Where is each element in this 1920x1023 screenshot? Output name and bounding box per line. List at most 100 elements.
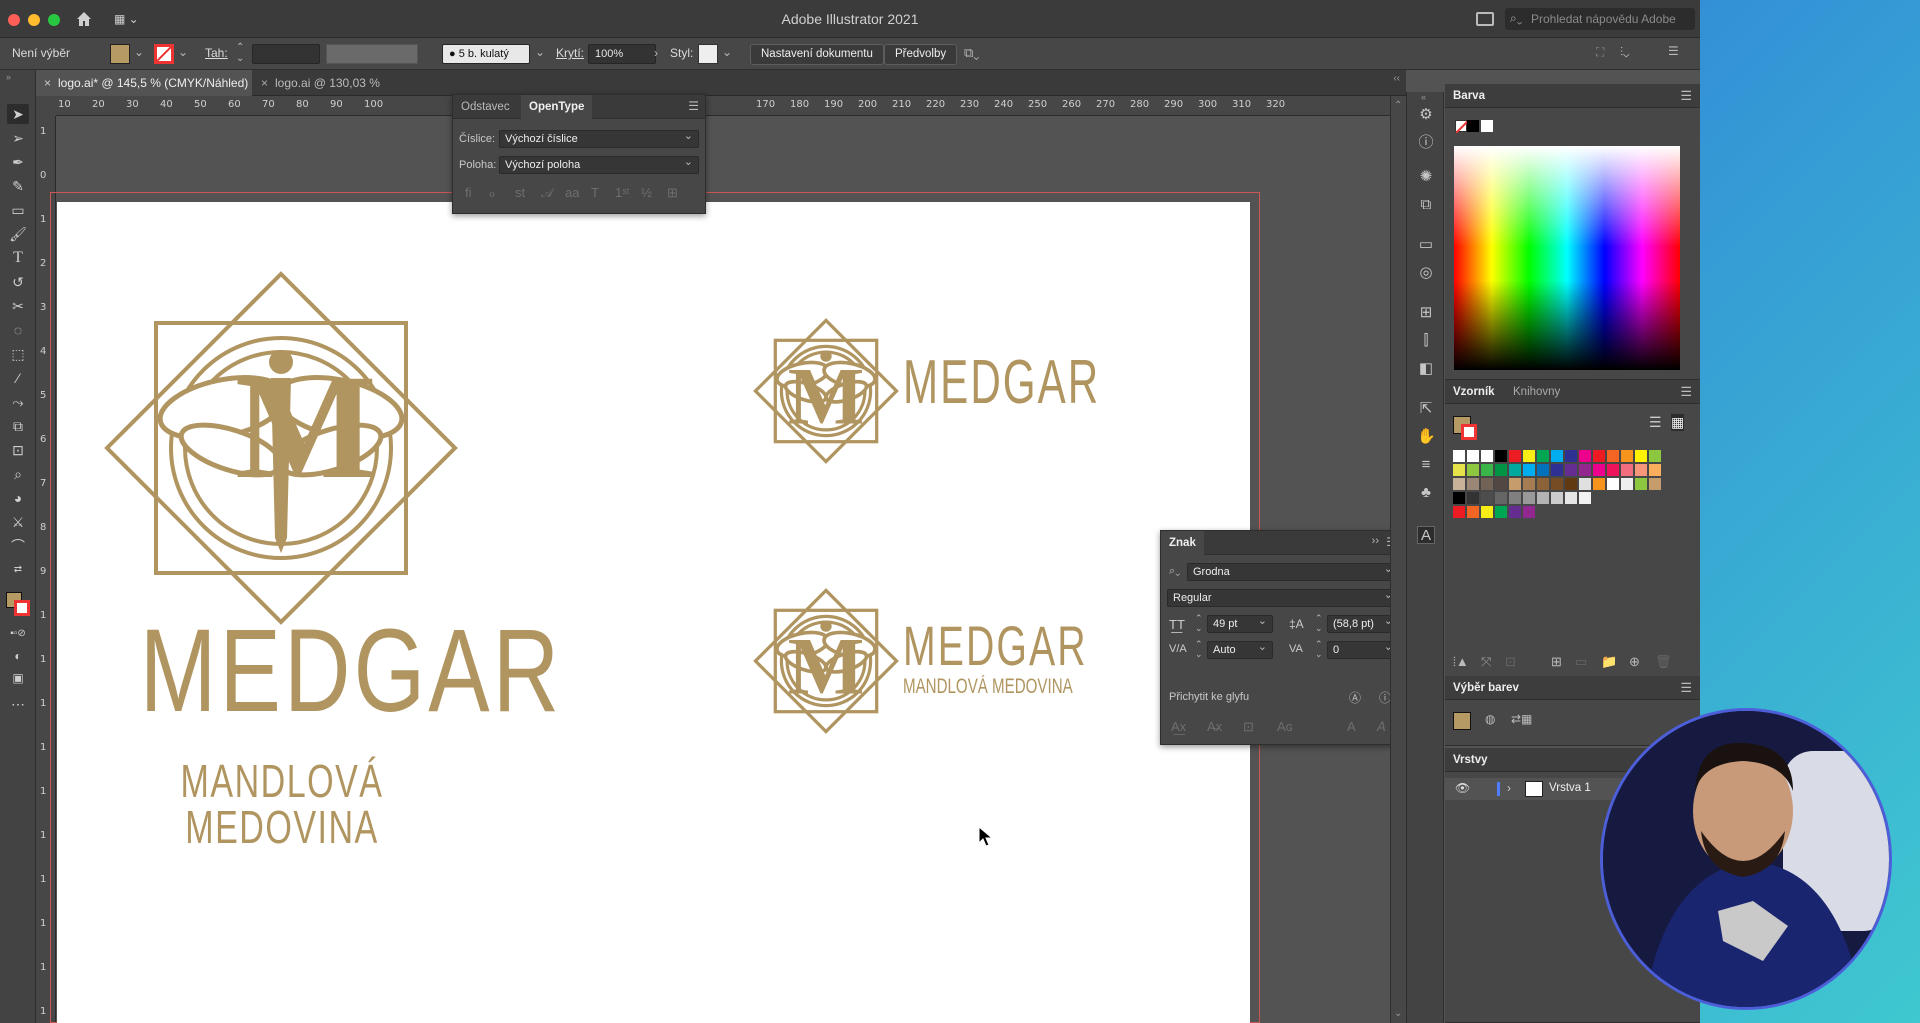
stroke-icon[interactable]: ≡ (1417, 456, 1435, 474)
color-swatch[interactable] (1649, 478, 1661, 490)
stepper-icon[interactable]: ⌃ ⌄ (236, 42, 244, 64)
arrange-icon[interactable]: ⧉⌄ (964, 45, 979, 61)
color-swatch[interactable] (1537, 478, 1549, 490)
color-mode-icon[interactable]: ▪▫⊘ (7, 624, 29, 644)
close-icon[interactable]: × (44, 70, 51, 96)
color-swatch[interactable] (1649, 450, 1661, 462)
properties-icon[interactable]: ⚙ (1417, 106, 1435, 124)
more-tools-icon[interactable]: ⋯ (7, 694, 29, 714)
chevron-down-icon[interactable]: ⌄ (535, 45, 545, 59)
stylistic-alternates-icon[interactable]: aa (565, 185, 579, 200)
white-swatch[interactable] (1481, 120, 1493, 132)
horizontal-tagline[interactable]: MANDLOVÁ MEDOVINA (903, 676, 1076, 697)
color-swatch[interactable] (1649, 464, 1661, 476)
color-swatch[interactable] (1635, 464, 1647, 476)
color-swatch[interactable] (1551, 450, 1563, 462)
active-stroke-swatch[interactable] (1461, 424, 1477, 440)
color-swatch[interactable] (1579, 478, 1591, 490)
curvature-tool-icon[interactable]: ✎ (7, 176, 29, 196)
color-swatch[interactable] (1495, 464, 1507, 476)
position-select[interactable]: Výchozí poloha (499, 154, 699, 174)
color-swatch[interactable] (1621, 478, 1633, 490)
tab-paragraph[interactable]: Odstavec (453, 95, 518, 119)
color-swatch[interactable] (1579, 450, 1591, 462)
color-swatch[interactable] (1537, 464, 1549, 476)
stepper-icon[interactable]: ⌃ ⌄ (1195, 639, 1203, 659)
swatch-kind-icon[interactable]: ⊡ (1505, 654, 1516, 670)
color-swatch[interactable] (1565, 464, 1577, 476)
pen-tool-icon[interactable]: ✒ (7, 152, 29, 172)
graphic-style-swatch[interactable] (698, 44, 718, 64)
color-swatch[interactable] (1523, 492, 1535, 504)
color-swatch[interactable] (1523, 478, 1535, 490)
chevron-right-icon[interactable]: › (654, 46, 658, 60)
transform-icon[interactable]: ⧉ (1417, 196, 1435, 214)
color-swatch[interactable] (1523, 506, 1535, 518)
color-spectrum[interactable] (1454, 146, 1680, 370)
color-swatch[interactable] (1621, 450, 1633, 462)
zoom-tool-icon[interactable]: ⌕ (7, 464, 29, 484)
new-group-icon[interactable]: 📁 (1601, 654, 1617, 670)
black-swatch[interactable] (1467, 120, 1479, 132)
numerals-select[interactable]: Výchozí číslice (499, 128, 699, 148)
chevron-down-icon[interactable]: ⌄ (1394, 1008, 1402, 1019)
selection-tool-icon[interactable]: ➤ (7, 104, 29, 124)
snap-xheight-icon[interactable]: A̶x (1207, 719, 1222, 734)
base-color-swatch[interactable] (1453, 712, 1471, 730)
color-swatch[interactable] (1481, 506, 1493, 518)
color-swatch[interactable] (1607, 450, 1619, 462)
type-tool-icon[interactable]: T (7, 248, 29, 268)
fractions-icon[interactable]: ½ (641, 185, 652, 200)
help-search-input[interactable]: Prohledat nápovědu Adobe (1505, 8, 1695, 30)
color-swatch[interactable] (1523, 450, 1535, 462)
color-group-icon[interactable]: ⊞ (1551, 654, 1562, 670)
snap-proximity-icon[interactable]: Aɢ (1277, 719, 1293, 734)
warp-tool-icon[interactable]: ◌ (7, 320, 29, 340)
color-swatch[interactable] (1551, 478, 1563, 490)
color-swatch[interactable] (1537, 492, 1549, 504)
panel-menu-icon[interactable]: ☰ (1680, 88, 1692, 104)
paintbrush-tool-icon[interactable]: 🖌 (7, 224, 29, 244)
screen-mode-icon[interactable]: ▣ (7, 668, 29, 688)
export-icon[interactable]: ⇱ (1417, 400, 1435, 418)
transparency-icon[interactable]: ◎ (1417, 264, 1435, 282)
align-icon[interactable]: ⫶⌄ (1620, 45, 1629, 60)
horizontral-ruler[interactable]: 10 20 30 40 50 60 70 80 90 100 170 180 190 200 210 220 2… (56, 96, 1406, 116)
color-swatch[interactable] (1509, 492, 1521, 504)
color-swatch[interactable] (1593, 478, 1605, 490)
snap-angular-icon[interactable]: A (1347, 719, 1356, 734)
ordinals-icon[interactable]: 1ˢᵗ (615, 185, 630, 200)
color-swatch[interactable] (1453, 450, 1465, 462)
color-swatch[interactable] (1565, 450, 1577, 462)
swash-icon[interactable]: 𝒜 (541, 185, 553, 201)
color-swatch[interactable] (1607, 464, 1619, 476)
tab-logo-secondary[interactable]: × logo.ai @ 130,03 % (CMYK/Náhle (253, 70, 453, 116)
eye-icon[interactable]: 👁 (1455, 781, 1470, 795)
expand-icon[interactable]: ›› (1372, 535, 1379, 547)
font-size-field[interactable]: 49 pt (1207, 613, 1273, 633)
color-swatch[interactable] (1551, 464, 1563, 476)
slice-tool-icon[interactable]: ⚔ (7, 512, 29, 532)
panel-menu-icon[interactable]: ☰ (1668, 44, 1679, 58)
color-swatch[interactable] (1481, 450, 1493, 462)
fill-color-swatch[interactable] (110, 44, 130, 64)
color-swatch[interactable] (1509, 450, 1521, 462)
layer-name[interactable]: Vrstva 1 (1549, 782, 1591, 794)
puppet-icon[interactable]: ✋ (1417, 428, 1436, 446)
tab-logo-active[interactable]: × logo.ai* @ 145,5 % (CMYK/Náhled) (36, 70, 252, 96)
color-swatch[interactable] (1495, 492, 1507, 504)
color-swatch[interactable] (1635, 478, 1647, 490)
color-swatch[interactable] (1467, 464, 1479, 476)
character-icon[interactable]: A (1417, 526, 1435, 544)
shape-builder-tool-icon[interactable]: ⧉ (7, 416, 29, 436)
horizontal-logo-tagline-emblem[interactable]: M (753, 588, 899, 734)
ruler-origin[interactable] (36, 96, 56, 116)
collapse-icon[interactable]: « (1421, 92, 1426, 102)
artboard-tool-icon[interactable]: ⊡ (7, 440, 29, 460)
color-swatch[interactable] (1621, 464, 1633, 476)
horizontal-logo-emblem[interactable]: M (753, 318, 899, 464)
symbols-icon[interactable]: ♣ (1417, 484, 1435, 502)
stepper-icon[interactable]: ⌃ ⌄ (1195, 613, 1203, 633)
transform-icon[interactable]: ⛶ (1596, 45, 1604, 60)
preferences-button[interactable]: Předvolby (884, 44, 958, 65)
